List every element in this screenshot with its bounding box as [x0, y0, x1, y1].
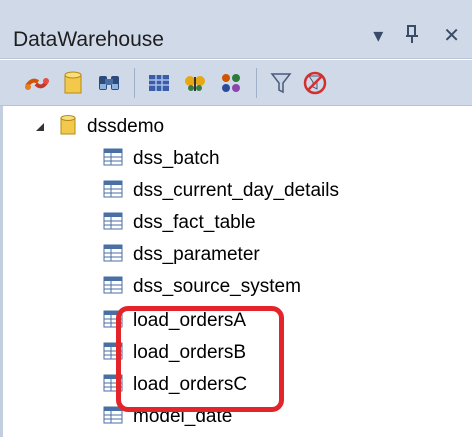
tree-item-label: dss_batch — [133, 148, 220, 169]
tree-item-label: dss_current_day_details — [133, 180, 339, 201]
table-icon — [103, 211, 123, 236]
tree-item-load_ordersB[interactable]: load_ordersB — [103, 338, 246, 368]
tree-item-dss_source_system[interactable]: dss_source_system — [103, 272, 301, 302]
tree-item-model_date[interactable]: model_date — [103, 402, 232, 432]
tree-item-load_ordersA[interactable]: load_ordersA — [103, 306, 246, 336]
title-buttons: ▾ ✕ — [373, 22, 460, 50]
pin-icon[interactable] — [405, 24, 421, 48]
object-tree[interactable]: dssdemo dss_batch dss_current_day_detail… — [0, 106, 472, 437]
toolbar-separator — [134, 68, 135, 98]
tree-item-label: load_ordersB — [133, 342, 247, 363]
toolbar — [0, 60, 472, 106]
no-filter-icon[interactable] — [300, 68, 330, 98]
database-icon — [59, 114, 77, 141]
table-icon — [103, 275, 123, 300]
tree-item-label: load_ordersA — [133, 310, 247, 331]
table-icon — [103, 405, 123, 430]
tree-item-dss_batch[interactable]: dss_batch — [103, 144, 220, 174]
close-icon[interactable]: ✕ — [443, 26, 460, 46]
binoculars-icon[interactable] — [94, 68, 124, 98]
expand-triangle-icon[interactable] — [33, 120, 47, 134]
tree-item-label: model_date — [133, 406, 233, 427]
tree-item-dss_fact_table[interactable]: dss_fact_table — [103, 208, 256, 238]
panel-title-bar: DataWarehouse ▾ ✕ — [0, 0, 472, 59]
tree-item-load_ordersC[interactable]: load_ordersC — [103, 370, 247, 400]
dropdown-arrow-icon[interactable]: ▾ — [373, 26, 383, 46]
table-icon — [103, 179, 123, 204]
database-icon[interactable] — [58, 68, 88, 98]
table-icon — [103, 341, 123, 366]
settings-cubes-icon[interactable] — [216, 68, 246, 98]
tree-item-dss_current_day_details[interactable]: dss_current_day_details — [103, 176, 339, 206]
table-icon — [103, 373, 123, 398]
tree-item-label: load_ordersC — [133, 374, 248, 395]
table-icon — [103, 243, 123, 268]
table-icon — [103, 147, 123, 172]
tree-root-dssdemo[interactable]: dssdemo — [33, 112, 164, 142]
panel-title: DataWarehouse — [13, 28, 164, 51]
table-icon — [103, 309, 123, 334]
table-grid-icon[interactable] — [144, 68, 174, 98]
tree-item-label: dss_fact_table — [133, 212, 256, 233]
datawarehouse-panel: DataWarehouse ▾ ✕ dssdemo dss_batch dss_… — [0, 0, 472, 437]
butterfly-icon[interactable] — [180, 68, 210, 98]
tree-item-dss_parameter[interactable]: dss_parameter — [103, 240, 260, 270]
tree-item-label: dss_parameter — [133, 244, 260, 265]
filter-icon[interactable] — [266, 68, 296, 98]
tree-node-label: dssdemo — [87, 116, 165, 137]
tree-item-label: dss_source_system — [133, 276, 301, 297]
connect-icon[interactable] — [22, 68, 52, 98]
toolbar-separator — [256, 68, 257, 98]
